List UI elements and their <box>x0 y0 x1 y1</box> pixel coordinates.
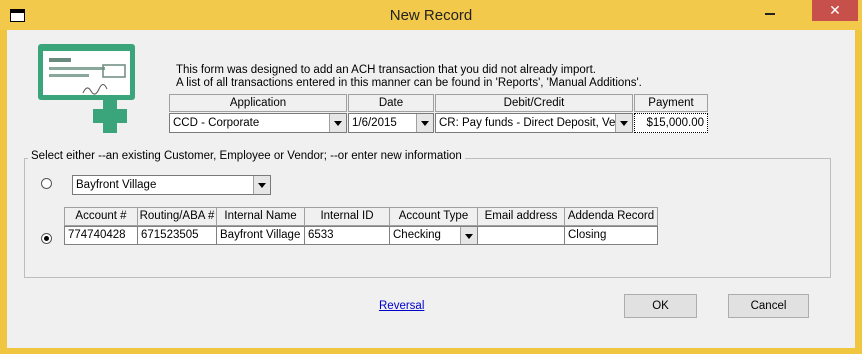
debit-credit-value: CR: Pay funds - Direct Deposit, Venc <box>439 117 628 129</box>
date-header: Date <box>348 94 434 112</box>
date-select[interactable]: 1/6/2015 <box>348 113 434 133</box>
description-line-2: A list of all transactions entered in th… <box>176 77 642 89</box>
account-type-select[interactable]: Checking <box>389 226 478 245</box>
account-type-value: Checking <box>393 229 441 241</box>
payment-header: Payment <box>634 94 708 112</box>
grid-header-internal-id: Internal ID <box>304 207 390 226</box>
title-bar: New Record ✕ <box>0 0 862 30</box>
minimize-icon[interactable] <box>756 0 784 28</box>
cancel-button[interactable]: Cancel <box>728 294 809 318</box>
window-title: New Record <box>389 7 473 24</box>
debit-credit-header: Debit/Credit <box>435 94 633 112</box>
addenda-cell[interactable]: Closing <box>564 226 658 245</box>
new-record-radio[interactable] <box>41 233 52 244</box>
chevron-down-icon[interactable] <box>416 114 433 132</box>
selection-group-label: Select either --an existing Customer, Em… <box>28 150 465 162</box>
grid-header-internal-name: Internal Name <box>216 207 305 226</box>
chevron-down-icon[interactable] <box>253 176 270 194</box>
grid-header-account: Account # <box>64 207 138 226</box>
internal-name-cell[interactable]: Bayfront Village <box>216 226 305 245</box>
email-cell[interactable] <box>477 226 565 245</box>
dialog-body: This form was designed to add an ACH tra… <box>7 30 855 348</box>
account-number-cell[interactable]: 774740428 <box>64 226 138 245</box>
description: This form was designed to add an ACH tra… <box>176 64 642 90</box>
internal-id-cell[interactable]: 6533 <box>304 226 390 245</box>
close-button[interactable]: ✕ <box>812 0 858 21</box>
check-add-icon <box>38 44 135 133</box>
routing-number-cell[interactable]: 671523505 <box>137 226 217 245</box>
grid-header-routing: Routing/ABA # <box>137 207 217 226</box>
chevron-down-icon[interactable] <box>329 114 346 132</box>
existing-record-value: Bayfront Village <box>76 179 157 191</box>
grid-header-account-type: Account Type <box>389 207 478 226</box>
ok-button[interactable]: OK <box>624 294 697 318</box>
payment-input[interactable]: $15,000.00 <box>634 113 708 133</box>
existing-record-radio[interactable] <box>41 178 52 189</box>
date-value: 1/6/2015 <box>352 117 397 129</box>
description-line-1: This form was designed to add an ACH tra… <box>176 64 596 76</box>
application-value: CCD - Corporate <box>173 117 260 129</box>
grid-header-addenda: Addenda Record <box>564 207 658 226</box>
chevron-down-icon[interactable] <box>460 227 477 244</box>
reversal-link[interactable]: Reversal <box>379 300 424 312</box>
application-header: Application <box>169 94 347 112</box>
grid-header-email: Email address <box>477 207 565 226</box>
chevron-down-icon[interactable] <box>615 114 632 132</box>
debit-credit-select[interactable]: CR: Pay funds - Direct Deposit, Venc <box>435 113 633 133</box>
existing-record-select[interactable]: Bayfront Village <box>72 175 271 195</box>
application-select[interactable]: CCD - Corporate <box>169 113 347 133</box>
